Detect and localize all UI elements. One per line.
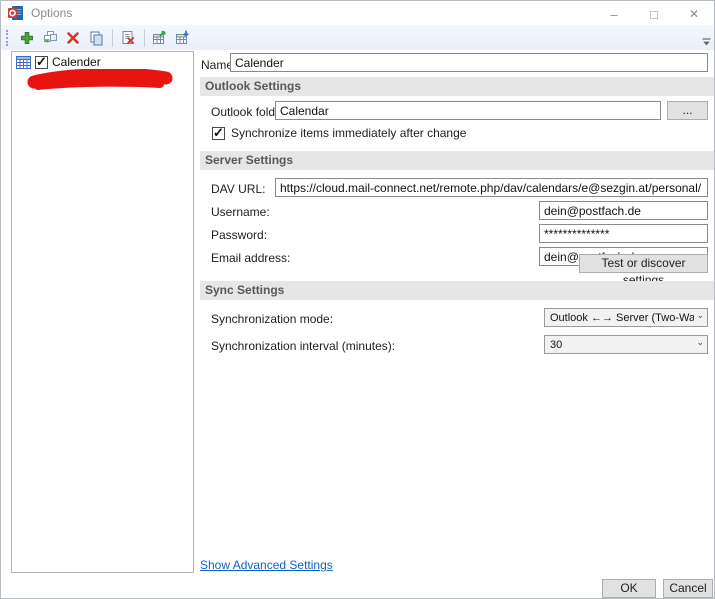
- username-label: Username:: [211, 205, 270, 219]
- maximize-button[interactable]: □: [634, 1, 674, 27]
- dav-url-input[interactable]: [275, 178, 708, 197]
- chevron-down-icon: ⌄: [696, 311, 704, 320]
- window-controls: – □ ✕: [594, 1, 714, 27]
- minimize-button[interactable]: –: [594, 1, 634, 27]
- add-profile-button[interactable]: [16, 27, 37, 48]
- ok-button[interactable]: OK: [602, 579, 656, 598]
- cancel-button[interactable]: Cancel: [663, 579, 713, 598]
- red-x-icon: [65, 30, 81, 46]
- sync-settings-header: Sync Settings: [200, 281, 714, 300]
- sync-mode-dropdown[interactable]: Outlook ←→ Server (Two-Way) ⌄: [544, 308, 708, 327]
- bulk-add-icon: [42, 30, 58, 46]
- sync-mode-label: Synchronization mode:: [211, 312, 333, 326]
- profile-item-calender[interactable]: Calender: [12, 52, 193, 70]
- window-title: Options: [31, 6, 72, 20]
- password-label: Password:: [211, 228, 267, 242]
- copy-icon: [88, 30, 104, 46]
- chevron-down-icon: ⌄: [696, 338, 704, 347]
- password-input[interactable]: [539, 224, 708, 243]
- toolbar: [1, 25, 714, 50]
- outlook-settings-header: Outlook Settings: [200, 77, 714, 96]
- email-label: Email address:: [211, 251, 290, 265]
- dav-url-label: DAV URL:: [211, 182, 265, 196]
- toolbar-separator: [144, 29, 145, 47]
- clear-cache-button[interactable]: [117, 27, 138, 48]
- close-icon: ✕: [689, 7, 699, 21]
- options-dialog: Options – □ ✕: [0, 0, 715, 599]
- profile-label: Calender: [52, 55, 101, 69]
- delete-profile-button[interactable]: [62, 27, 83, 48]
- title-bar: Options – □ ✕: [1, 1, 714, 25]
- maximize-icon: □: [650, 7, 658, 22]
- browse-folder-button[interactable]: ...: [667, 101, 708, 120]
- document-red-x-icon: [120, 30, 136, 46]
- username-input[interactable]: [539, 201, 708, 220]
- toolbar-grip-icon[interactable]: [6, 30, 11, 46]
- redaction-scribble: [20, 69, 178, 95]
- toolbar-separator: [112, 29, 113, 47]
- test-settings-button[interactable]: Test or discover settings: [579, 254, 708, 273]
- export-profiles-button[interactable]: [149, 27, 170, 48]
- plus-icon: [19, 30, 35, 46]
- minimize-icon: –: [610, 7, 617, 22]
- export-arrow-icon: [151, 30, 168, 46]
- server-settings-header: Server Settings: [200, 151, 714, 170]
- sync-immediately-checkbox[interactable]: [212, 127, 225, 140]
- profile-checkbox[interactable]: [35, 56, 48, 69]
- show-advanced-settings-link[interactable]: Show Advanced Settings: [200, 558, 333, 572]
- sync-immediately-row: Synchronize items immediately after chan…: [212, 126, 466, 140]
- import-profiles-button[interactable]: [172, 27, 193, 48]
- profile-list-panel: Calender: [11, 51, 194, 573]
- sync-interval-label: Synchronization interval (minutes):: [211, 339, 395, 353]
- sync-interval-value: 30: [550, 339, 694, 351]
- outlook-folder-input[interactable]: [275, 101, 661, 120]
- name-input[interactable]: [230, 53, 708, 72]
- copy-profile-button[interactable]: [85, 27, 106, 48]
- calendar-icon: [16, 56, 31, 69]
- toolbar-overflow-icon[interactable]: [702, 38, 711, 47]
- add-multiple-profiles-button[interactable]: [39, 27, 60, 48]
- sync-immediately-label: Synchronize items immediately after chan…: [231, 126, 466, 140]
- sync-interval-dropdown[interactable]: 30 ⌄: [544, 335, 708, 354]
- outlook-app-icon: [8, 5, 24, 21]
- sync-mode-value: Outlook ←→ Server (Two-Way): [550, 312, 694, 324]
- import-arrow-icon: [174, 30, 191, 46]
- close-button[interactable]: ✕: [674, 1, 714, 27]
